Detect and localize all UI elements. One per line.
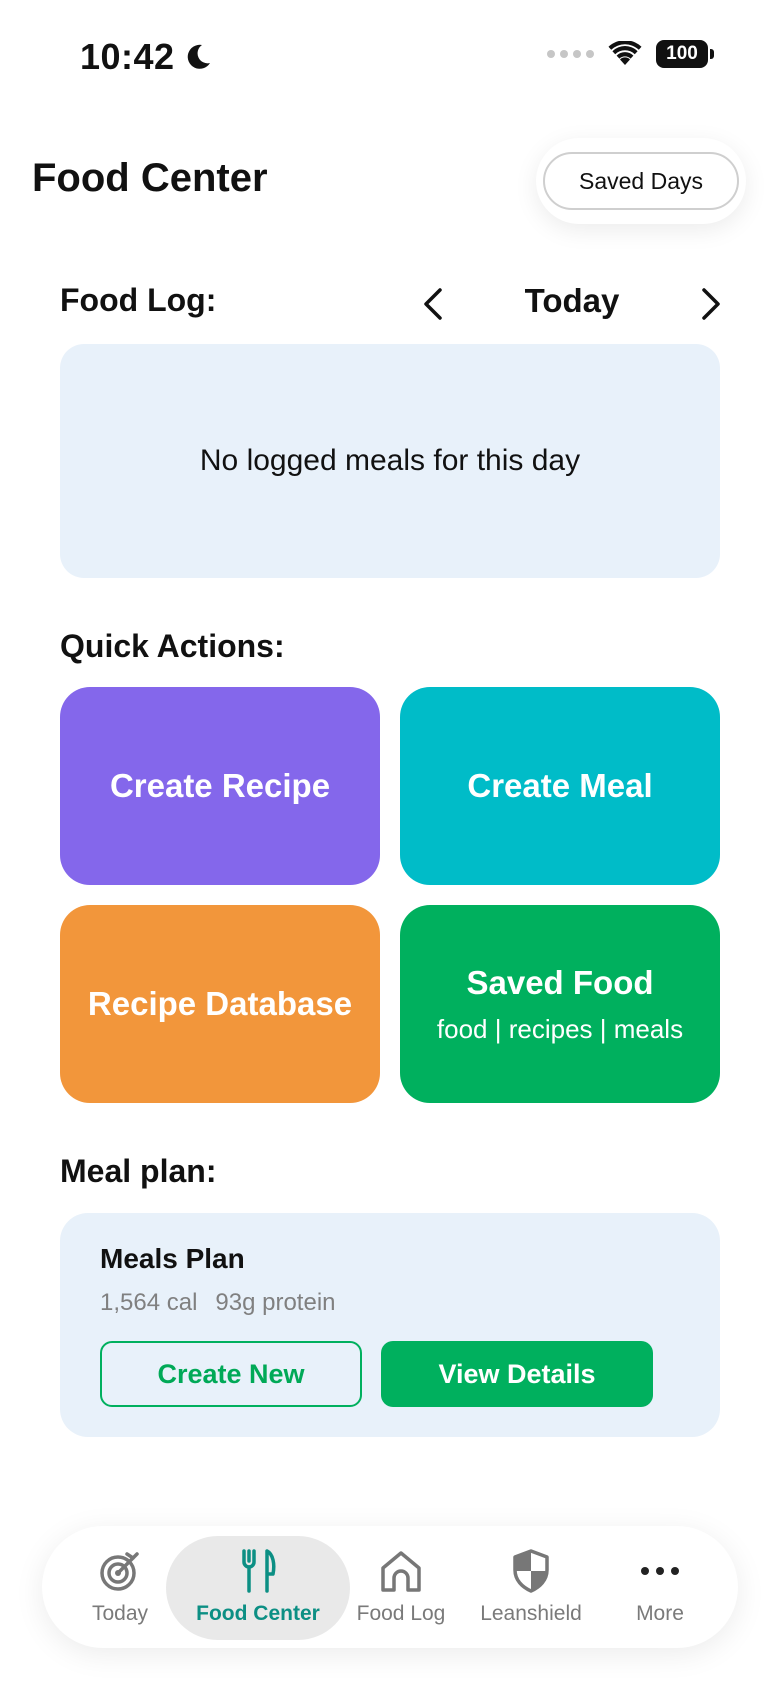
create-meal-label: Create Meal — [467, 767, 653, 804]
status-time: 10:42 — [80, 36, 213, 78]
fork-knife-icon — [242, 1549, 276, 1593]
tab-more[interactable]: More — [600, 1526, 720, 1648]
home-icon — [381, 1551, 421, 1592]
more-dots-icon — [641, 1567, 679, 1575]
target-icon — [100, 1552, 139, 1591]
meal-plan-protein: 93g protein — [215, 1289, 336, 1316]
tab-leanshield[interactable]: Leanshield — [462, 1526, 600, 1648]
tab-food-log-label: Food Log — [356, 1602, 446, 1625]
day-navigator: Today — [416, 280, 728, 328]
create-recipe-label: Create Recipe — [109, 767, 331, 804]
shield-icon — [513, 1549, 549, 1593]
page-title: Food Center — [32, 156, 268, 200]
status-indicators: 100 — [547, 40, 714, 68]
battery-icon: 100 — [656, 40, 714, 68]
tab-food-log[interactable]: Food Log — [342, 1526, 460, 1648]
meal-plan-title: Meals Plan — [100, 1243, 245, 1274]
tab-today-label: Today — [91, 1602, 149, 1625]
tab-more-label: More — [636, 1602, 684, 1625]
tab-leanshield-label: Leanshield — [480, 1602, 582, 1625]
create-new-button[interactable]: Create New — [100, 1341, 362, 1407]
meal-plan-calories: 1,564 cal — [100, 1289, 198, 1316]
recipe-database-button[interactable]: Recipe Database — [60, 905, 380, 1103]
recipe-database-label: Recipe Database — [87, 985, 353, 1022]
saved-days-button[interactable]: Saved Days — [543, 152, 739, 210]
tab-today[interactable]: Today — [60, 1526, 180, 1648]
cellular-signal-icon — [547, 50, 594, 58]
tab-food-center-label: Food Center — [196, 1602, 320, 1625]
create-recipe-button[interactable]: Create Recipe — [60, 687, 380, 885]
quick-actions-heading: Quick Actions: — [60, 628, 285, 664]
view-details-button[interactable]: View Details — [381, 1341, 653, 1407]
saved-food-button[interactable]: Saved Food food | recipes | meals — [400, 905, 720, 1103]
day-label: Today — [524, 282, 620, 319]
status-bar: 10:42 100 — [0, 0, 780, 110]
moon-icon — [187, 44, 210, 69]
status-time-text: 10:42 — [80, 36, 175, 77]
tab-food-center[interactable]: Food Center — [166, 1526, 350, 1648]
battery-level: 100 — [656, 40, 708, 68]
food-log-heading: Food Log: — [60, 282, 217, 318]
bottom-navigation: Today Food Center Food Log Leanshield Mo… — [42, 1526, 738, 1648]
saved-food-label: Saved Food — [466, 963, 654, 1001]
saved-days-container: Saved Days — [536, 138, 746, 224]
wifi-icon — [608, 41, 642, 65]
food-log-empty-state: No logged meals for this day — [60, 344, 720, 578]
saved-food-subtitle: food | recipes | meals — [436, 1013, 684, 1044]
meal-plan-card: Meals Plan 1,564 cal 93g protein Create … — [60, 1213, 720, 1437]
meal-plan-heading: Meal plan: — [60, 1153, 217, 1189]
create-meal-button[interactable]: Create Meal — [400, 687, 720, 885]
empty-log-message: No logged meals for this day — [199, 444, 581, 477]
meal-plan-stats: 1,564 cal 93g protein — [100, 1289, 336, 1317]
next-day-chevron-icon[interactable] — [694, 286, 728, 322]
